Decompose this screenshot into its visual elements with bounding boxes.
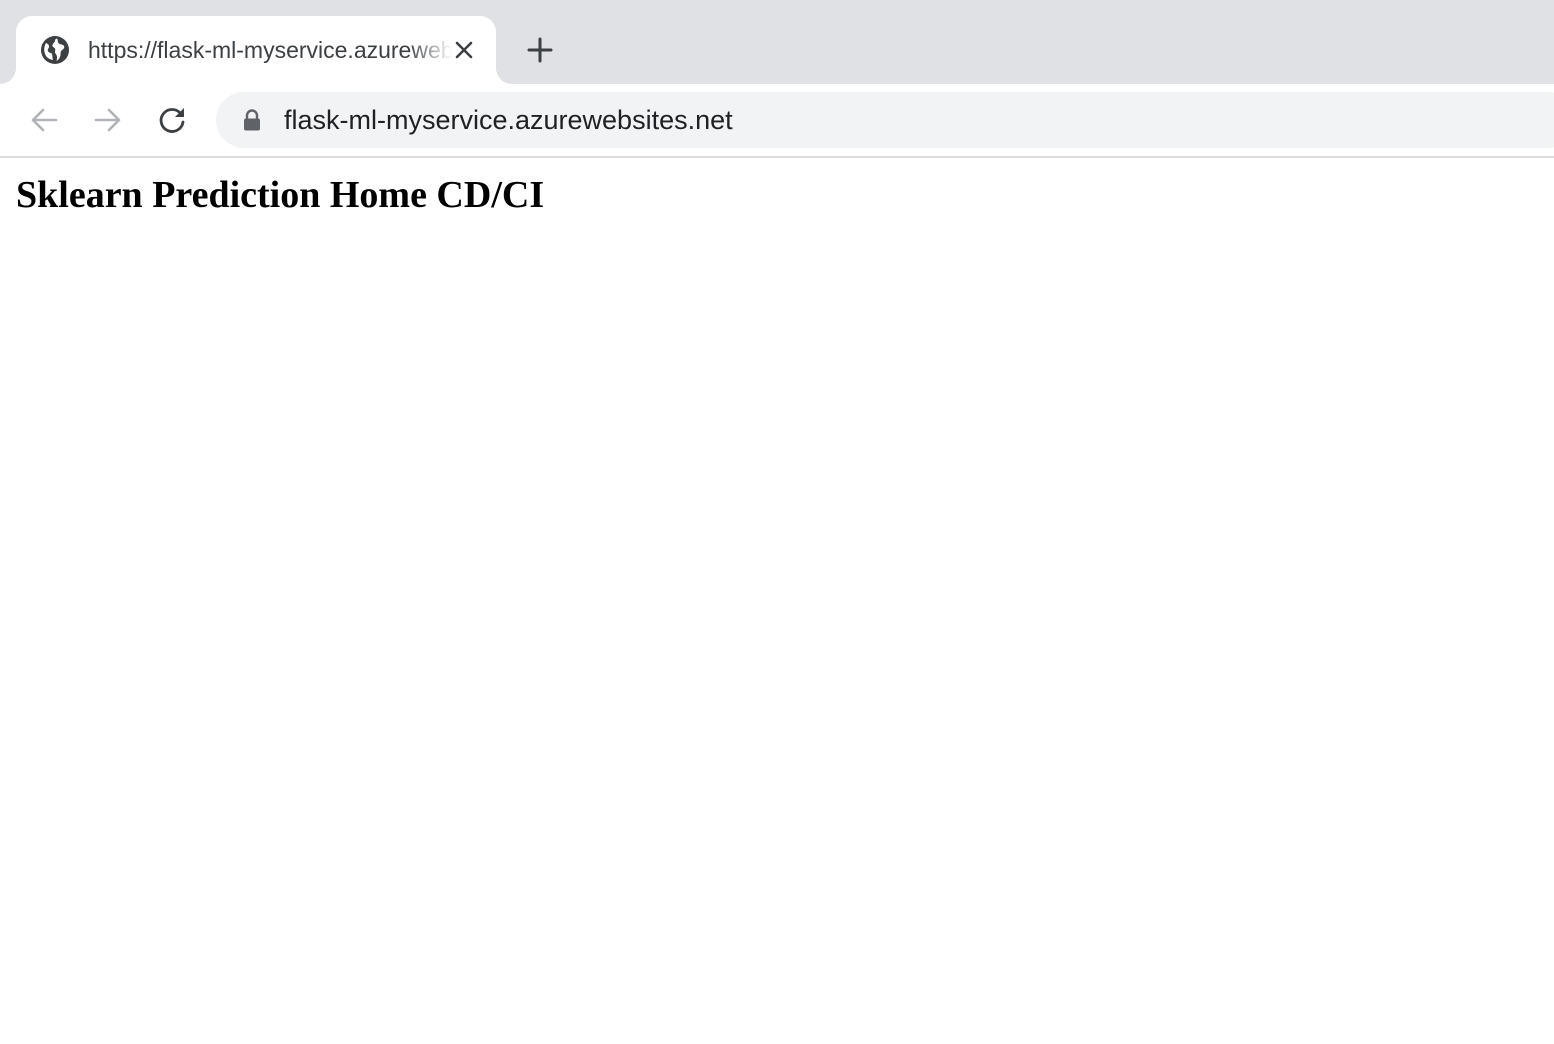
page-title: Sklearn Prediction Home CD/CI	[16, 174, 545, 216]
url-text[interactable]: flask-ml-myservice.azurewebsites.net	[284, 104, 733, 136]
close-icon[interactable]	[448, 34, 480, 66]
active-tab[interactable]: https://flask-ml-myservice.azurewebsites…	[16, 16, 496, 84]
page-content: Sklearn Prediction Home CD/CI	[0, 158, 1554, 1044]
reload-icon[interactable]	[152, 100, 192, 140]
globe-icon	[40, 35, 70, 65]
tab-strip: https://flask-ml-myservice.azurewebsites…	[0, 0, 1554, 84]
tab-title: https://flask-ml-myservice.azurewebsites…	[88, 37, 452, 63]
browser-window: https://flask-ml-myservice.azurewebsites…	[0, 0, 1554, 1044]
lock-icon[interactable]	[240, 108, 264, 132]
arrow-right-icon[interactable]	[88, 100, 128, 140]
arrow-left-icon[interactable]	[24, 100, 64, 140]
address-bar[interactable]: flask-ml-myservice.azurewebsites.net	[216, 92, 1554, 148]
toolbar: flask-ml-myservice.azurewebsites.net	[0, 84, 1554, 158]
plus-icon[interactable]	[520, 30, 560, 70]
